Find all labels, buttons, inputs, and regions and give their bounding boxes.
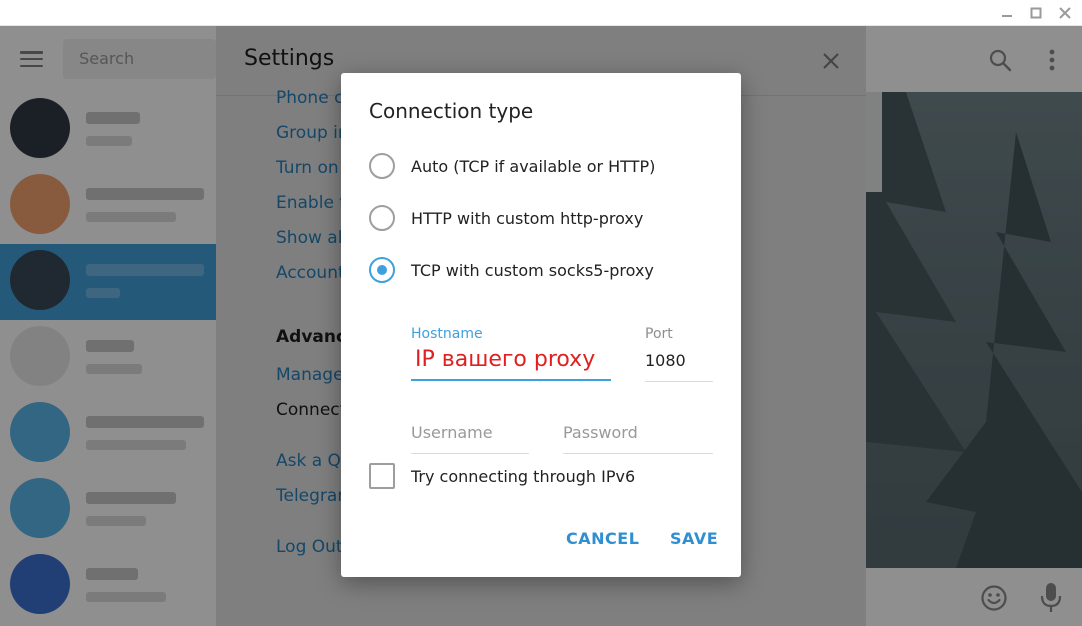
settings-item[interactable]: Show all — [276, 228, 346, 248]
settings-item[interactable]: Group in — [276, 123, 346, 143]
hostname-value: IP вашего proxy — [415, 347, 596, 372]
ipv6-label: Try connecting through IPv6 — [411, 466, 636, 486]
hostname-label: Hostname — [411, 326, 483, 342]
settings-item-log-out[interactable]: Log Out — [276, 537, 346, 557]
password-input[interactable]: Password — [563, 423, 713, 442]
save-button[interactable]: SAVE — [670, 529, 718, 548]
hostname-input[interactable]: IP вашего proxy — [415, 347, 615, 372]
app-window: Search Settings Phone Group in Turn on E… — [0, 26, 1082, 626]
radio-option-auto[interactable]: Auto (TCP if available or HTTP) — [369, 152, 655, 180]
radio-option-socks5[interactable]: TCP with custom socks5-proxy — [369, 256, 654, 284]
port-label-wrap: Port — [645, 326, 673, 342]
username-placeholder: Username — [411, 423, 493, 442]
hostname-underline — [411, 379, 611, 381]
username-underline — [411, 453, 529, 454]
ipv6-option[interactable]: Try connecting through IPv6 — [369, 463, 635, 489]
settings-item[interactable]: Turn on — [276, 158, 346, 178]
ipv6-checkbox[interactable] — [369, 463, 395, 489]
maximize-icon — [1030, 7, 1042, 19]
settings-item-manage[interactable]: Manage — [276, 365, 346, 385]
dialog-title: Connection type — [369, 99, 534, 123]
password-placeholder: Password — [563, 423, 638, 442]
connection-type-dialog: Connection type Auto (TCP if available o… — [341, 73, 741, 577]
password-underline — [563, 453, 713, 454]
close-icon — [823, 53, 839, 69]
settings-item[interactable]: Account — [276, 263, 346, 283]
port-input[interactable]: 1080 — [645, 351, 713, 370]
settings-item-connection[interactable]: Connect — [276, 400, 346, 420]
close-window-button[interactable] — [1048, 0, 1082, 26]
radio-label: TCP with custom socks5-proxy — [411, 260, 654, 280]
port-underline — [645, 381, 713, 382]
settings-close-button[interactable] — [816, 46, 846, 76]
hostname-field-label-wrap: Hostname — [411, 326, 483, 342]
radio-button[interactable] — [369, 153, 395, 179]
radio-option-http[interactable]: HTTP with custom http-proxy — [369, 204, 643, 232]
settings-item[interactable]: Phone ca — [276, 88, 346, 108]
port-label: Port — [645, 326, 673, 342]
settings-item[interactable]: Enable tw — [276, 193, 346, 213]
window-title-bar — [0, 0, 1082, 26]
minimize-icon — [1002, 15, 1012, 17]
cancel-button[interactable]: CANCEL — [566, 529, 639, 548]
settings-item-telegram-faq[interactable]: Telegram — [276, 486, 346, 506]
close-icon — [1059, 7, 1071, 19]
username-input[interactable]: Username — [411, 423, 529, 442]
advanced-section-heading: Advance — [276, 327, 346, 347]
radio-label: HTTP with custom http-proxy — [411, 208, 644, 228]
settings-item-ask-question[interactable]: Ask a Qu — [276, 451, 346, 471]
radio-button-selected[interactable] — [369, 257, 395, 283]
port-value: 1080 — [645, 351, 686, 370]
radio-label: Auto (TCP if available or HTTP) — [411, 156, 656, 176]
settings-title: Settings — [244, 46, 335, 71]
radio-button[interactable] — [369, 205, 395, 231]
